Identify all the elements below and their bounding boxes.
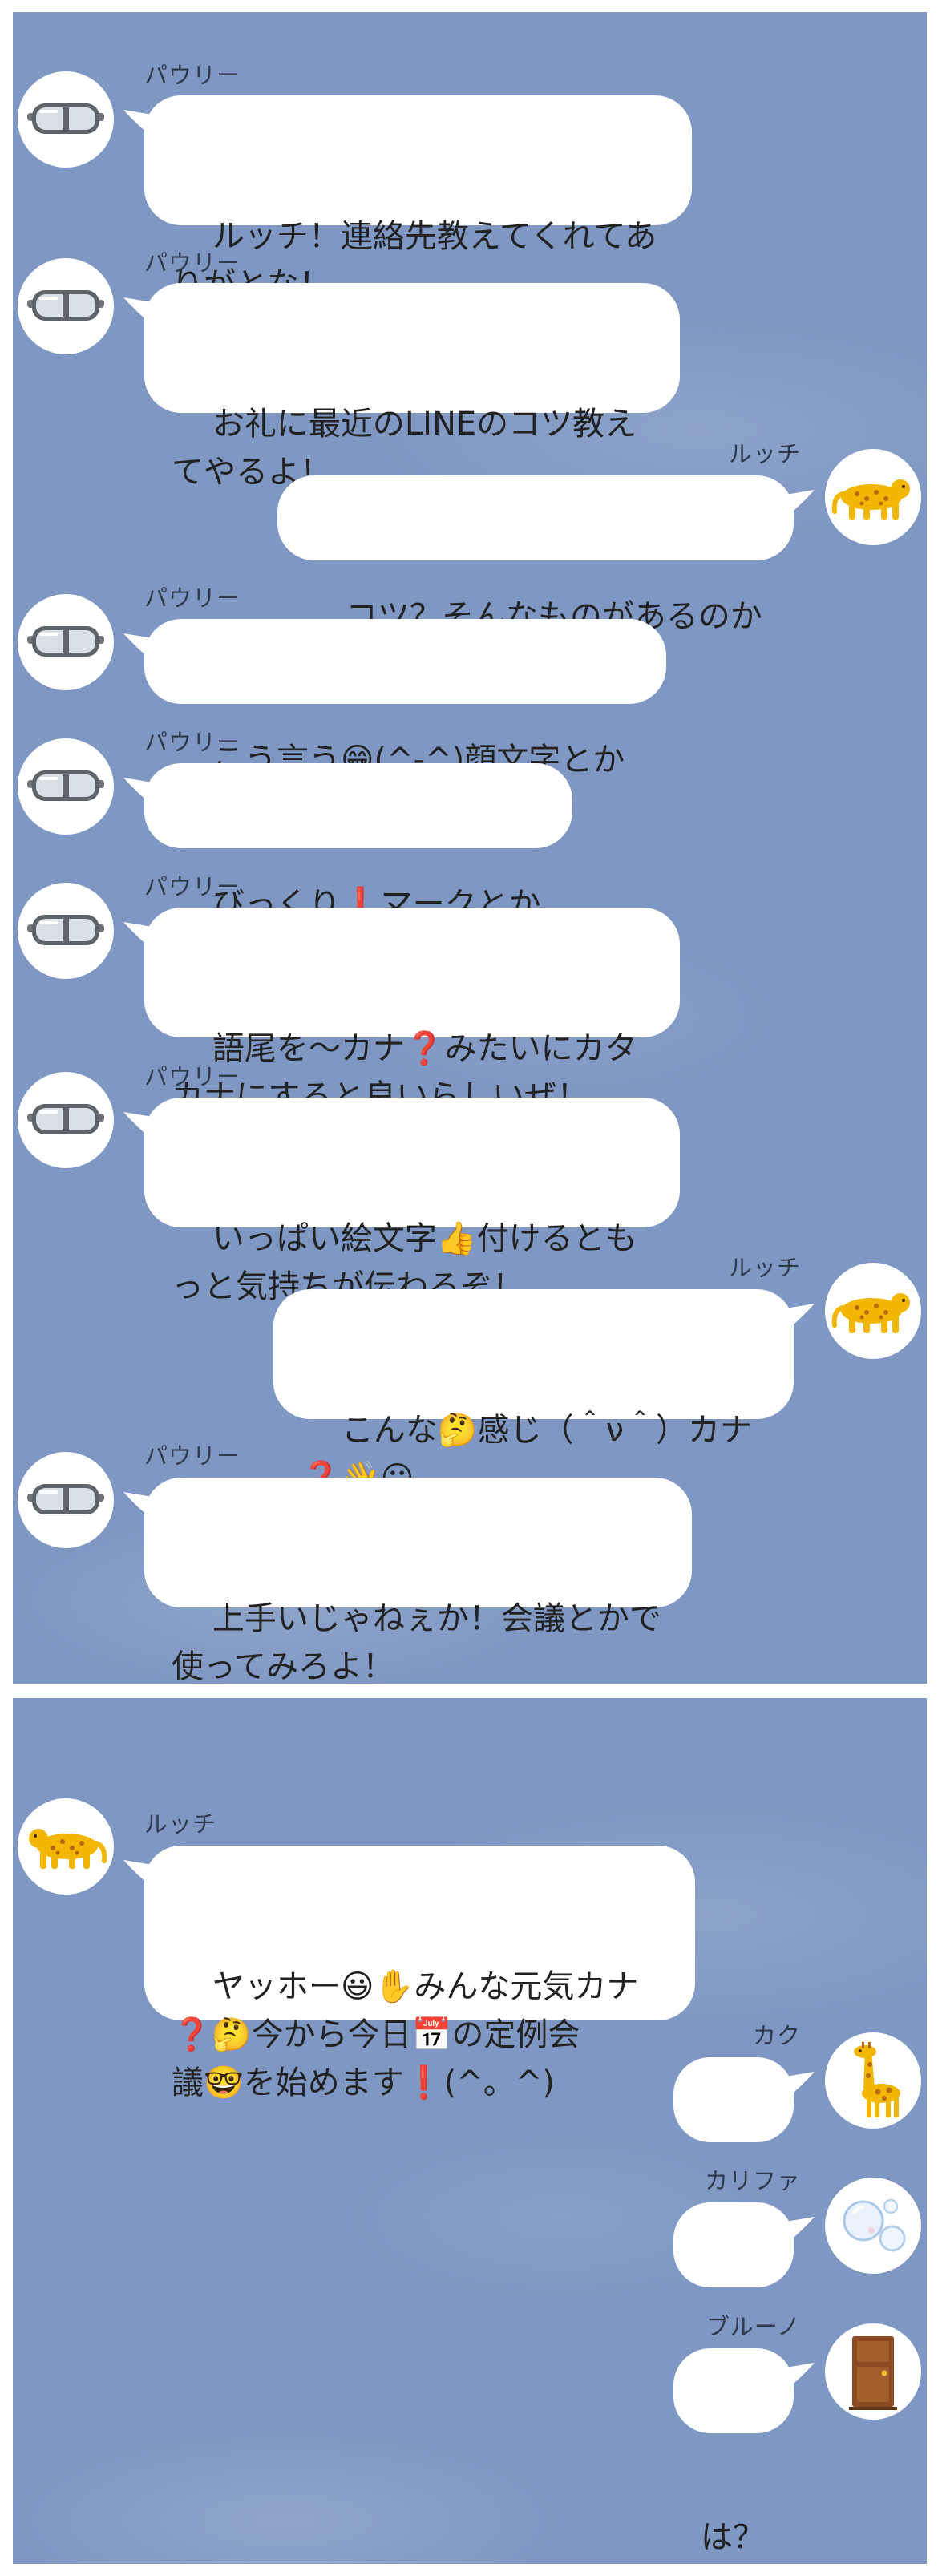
sender-name: パウリー (144, 729, 241, 756)
avatar-goggles[interactable] (18, 738, 114, 835)
bubble-tail (123, 633, 152, 661)
sender-name: パウリー (144, 62, 241, 89)
bubble-tail (123, 1112, 152, 1139)
goggles-icon (27, 626, 104, 657)
sender-name: パウリー (144, 1442, 241, 1470)
bubble-tail (786, 2363, 815, 2390)
goggles-icon (27, 1484, 104, 1514)
message-text: 上手いじゃねぇか！会議とかで 使ってみろよ！ (172, 1600, 661, 1684)
leopard-icon (831, 1293, 910, 1333)
message-bubble[interactable]: お礼に最近のLINEのコツ教え てやるよ！ (123, 283, 680, 491)
bubble-tail (123, 110, 152, 137)
goggles-icon (27, 915, 104, 945)
sender-name: パウリー (144, 584, 241, 612)
avatar-leopard[interactable] (825, 1263, 921, 1359)
avatar-leopard[interactable] (825, 449, 921, 545)
avatar-door[interactable] (825, 2323, 921, 2420)
goggles-icon (27, 1104, 104, 1134)
avatar-goggles[interactable] (18, 883, 114, 979)
chat-screenshot-2: ルッチ ヤッホー😃✋みんな元気カナ ❓🤔今から今日📅の定例会 議🤓を始めます❗️… (13, 1698, 927, 2564)
avatar-goggles[interactable] (18, 594, 114, 690)
message-bubble[interactable]: ヤッホー😃✋みんな元気カナ ❓🤔今から今日📅の定例会 議🤓を始めます❗️(^。^… (123, 1846, 695, 2101)
sender-name: ルッチ (728, 1254, 801, 1281)
sender-name: ルッチ (728, 440, 801, 467)
bubble-tail (786, 2217, 815, 2244)
message-bubble[interactable]: は？ (673, 2057, 815, 2265)
sender-name: ブルーノ (706, 2313, 801, 2340)
door-icon (849, 2336, 897, 2410)
bubble-tail (786, 490, 815, 517)
bubbles-icon (843, 2198, 906, 2252)
sender-name: パウリー (144, 873, 241, 900)
message-bubble[interactable]: は？ (673, 2348, 815, 2556)
chat-screenshot-1: パウリー ルッチ！連絡先教えてくれてあ りがとな！ パウリー お礼に最近のLIN… (13, 12, 927, 1684)
bubble-tail (786, 2072, 815, 2099)
message-bubble[interactable]: いっぱい絵文字👍付けるとも っと気持ちが伝わるぞ！ (123, 1098, 680, 1305)
message-bubble[interactable]: 上手いじゃねぇか！会議とかで 使ってみろよ！ (123, 1478, 692, 1684)
message-bubble[interactable]: こんな🤔感じ（＾ν＾）カナ ❓👋😕 (273, 1289, 815, 1497)
message-bubble[interactable]: は？ (673, 2202, 815, 2410)
bubble-tail (123, 922, 152, 949)
message-bubble[interactable]: びっくり❗️マークとか (123, 763, 572, 923)
bubble-tail (786, 1304, 815, 1331)
goggles-icon (27, 103, 104, 134)
leopard-icon (831, 479, 910, 520)
sender-name: カク (752, 2022, 801, 2049)
sender-name: パウリー (144, 1063, 241, 1090)
bubble-tail (123, 778, 152, 805)
avatar-bubbles[interactable] (825, 2178, 921, 2274)
sender-name: ルッチ (144, 1810, 217, 1838)
avatar-giraffe[interactable] (825, 2032, 921, 2129)
bubble-tail (123, 1492, 152, 1519)
message-text: ヤッホー😃✋みんな元気カナ ❓🤔今から今日📅の定例会 議🤓を始めます❗️(^。^… (172, 1968, 639, 2101)
message-bubble[interactable]: 語尾を〜カナ❓みたいにカタ カナにすると良いらしいぜ！ (123, 908, 680, 1115)
avatar-goggles[interactable] (18, 71, 114, 168)
avatar-goggles[interactable] (18, 258, 114, 354)
leopard-icon (29, 1829, 107, 1869)
goggles-icon (27, 770, 104, 801)
message-bubble[interactable]: こう言う😁(^-^)顔文字とか (123, 619, 666, 778)
giraffe-icon (854, 2042, 900, 2117)
avatar-goggles[interactable] (18, 1072, 114, 1168)
bubble-tail (123, 1860, 152, 1887)
sender-name: パウリー (144, 249, 241, 277)
bubble-tail (123, 297, 152, 325)
message-text: は？ (701, 2519, 765, 2556)
avatar-goggles[interactable] (18, 1452, 114, 1548)
goggles-icon (27, 290, 104, 321)
message-bubble[interactable]: コツ？そんなものがあるのか (277, 475, 815, 635)
avatar-leopard[interactable] (18, 1798, 114, 1895)
sender-name: カリファ (704, 2167, 801, 2194)
message-bubble[interactable]: ルッチ！連絡先教えてくれてあ りがとな！ (123, 95, 692, 303)
